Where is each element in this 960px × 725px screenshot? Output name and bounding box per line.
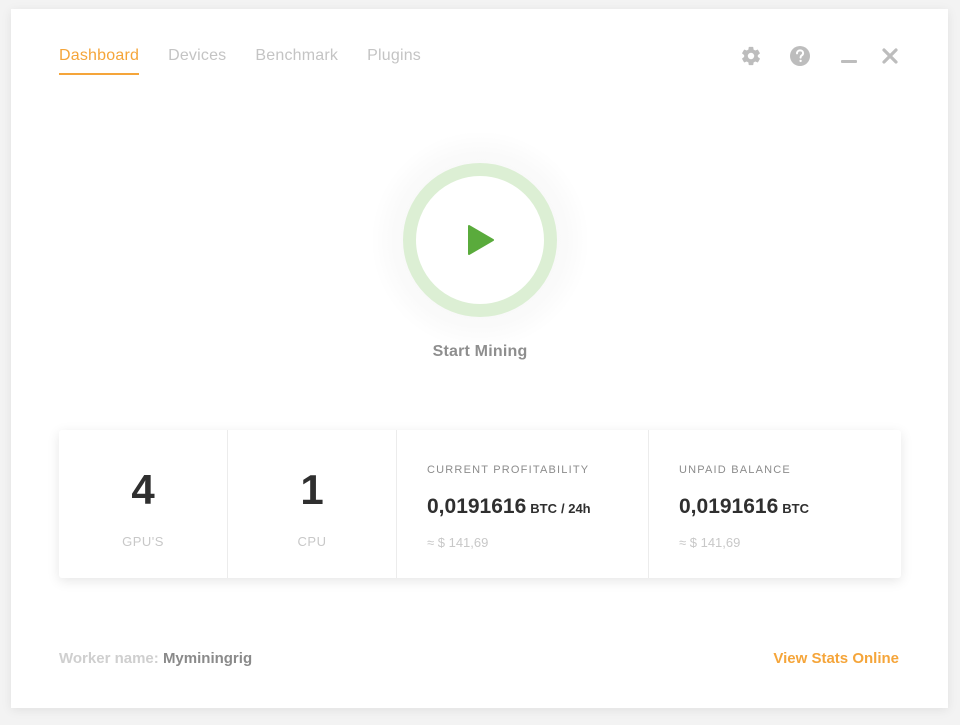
app-window: Dashboard Devices Benchmark Plugins Star… bbox=[11, 9, 948, 708]
tab-devices[interactable]: Devices bbox=[168, 47, 226, 75]
start-mining-area bbox=[369, 129, 591, 351]
play-icon bbox=[468, 225, 494, 255]
start-mining-button[interactable] bbox=[403, 163, 557, 317]
profitability-amount: 0,0191616 bbox=[427, 495, 527, 518]
profitability-value: 0,0191616 BTC / 24h bbox=[427, 495, 591, 519]
balance-fiat: ≈ $ 141,69 bbox=[679, 535, 741, 550]
cpu-label: CPU bbox=[297, 534, 327, 549]
tab-dashboard[interactable]: Dashboard bbox=[59, 47, 140, 75]
profitability-fiat: ≈ $ 141,69 bbox=[427, 535, 489, 550]
profitability-title: CURRENT PROFITABILITY bbox=[427, 464, 590, 476]
minimize-icon[interactable] bbox=[838, 45, 860, 67]
gpu-label: GPU'S bbox=[122, 534, 164, 549]
gear-icon[interactable] bbox=[740, 45, 762, 67]
balance-amount: 0,0191616 bbox=[679, 495, 779, 518]
balance-title: UNPAID BALANCE bbox=[679, 464, 791, 476]
profitability-unit: BTC bbox=[530, 501, 557, 516]
tab-plugins[interactable]: Plugins bbox=[367, 47, 421, 75]
cpu-count: 1 bbox=[300, 466, 324, 513]
balance-stat: UNPAID BALANCE 0,0191616 BTC ≈ $ 141,69 bbox=[649, 430, 901, 578]
stats-card: 4 GPU'S 1 CPU CURRENT PROFITABILITY 0,01… bbox=[59, 430, 901, 578]
worker-name-label: Worker name: bbox=[59, 650, 159, 667]
start-mining-label: Start Mining bbox=[432, 343, 528, 360]
view-stats-online-link[interactable]: View Stats Online bbox=[773, 650, 899, 667]
gpu-count: 4 bbox=[131, 466, 155, 513]
balance-unit: BTC bbox=[782, 501, 809, 516]
profitability-period: / 24h bbox=[561, 501, 591, 516]
cpu-stat: 1 CPU bbox=[228, 430, 397, 578]
main-tabs: Dashboard Devices Benchmark Plugins bbox=[59, 47, 450, 75]
balance-value: 0,0191616 BTC bbox=[679, 495, 809, 519]
profitability-stat: CURRENT PROFITABILITY 0,0191616 BTC/ 24h … bbox=[397, 430, 649, 578]
worker-name: Worker name: Myminingrig bbox=[59, 650, 252, 667]
close-icon[interactable] bbox=[879, 45, 901, 67]
help-icon[interactable] bbox=[789, 45, 811, 67]
tab-benchmark[interactable]: Benchmark bbox=[255, 47, 338, 75]
window-controls bbox=[740, 45, 901, 67]
worker-name-value: Myminingrig bbox=[162, 650, 253, 667]
gpu-stat: 4 GPU'S bbox=[59, 430, 228, 578]
